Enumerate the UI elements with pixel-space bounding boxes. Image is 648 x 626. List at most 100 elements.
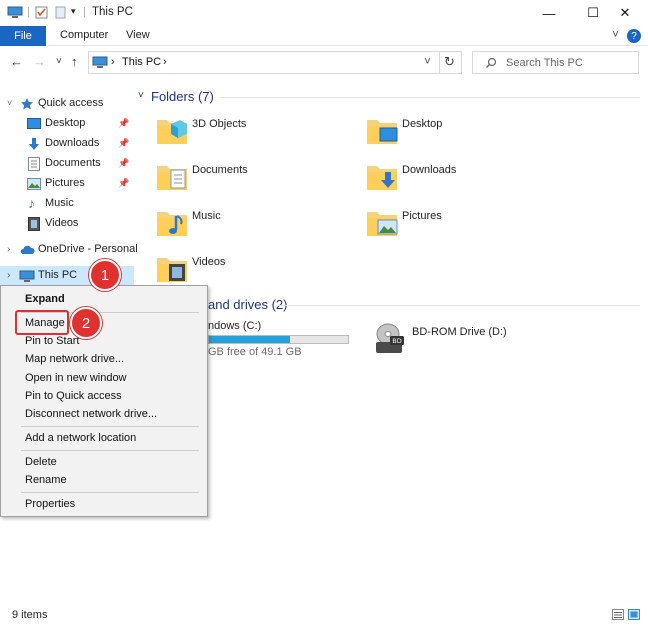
address-bar[interactable]: › This PC › ˅ ↻: [88, 51, 462, 74]
menu-item-rename[interactable]: Rename: [1, 472, 207, 490]
computer-icon: [92, 56, 108, 68]
menu-separator: [21, 492, 199, 493]
divider: |: [83, 6, 86, 18]
drives-heading[interactable]: and drives (2): [208, 297, 287, 312]
sidebar-item-onedrive[interactable]: › OneDrive - Personal: [0, 240, 138, 260]
sidebar-item-label: Quick access: [38, 97, 104, 109]
close-button[interactable]: ✕: [602, 0, 648, 26]
refresh-button[interactable]: ↻: [444, 54, 455, 70]
sidebar-item-label: Pictures: [45, 177, 85, 189]
menu-separator: [21, 426, 199, 427]
drive-usage-bar: [208, 335, 349, 344]
drive-c[interactable]: ndows (C:) GB free of 49.1 GB: [208, 318, 358, 362]
search-box[interactable]: Search This PC: [472, 51, 639, 74]
tab-computer[interactable]: Computer: [60, 29, 108, 41]
menu-item-properties[interactable]: Properties: [1, 496, 207, 514]
folder-label: Desktop: [402, 118, 443, 130]
sidebar-item-downloads[interactable]: Downloads 📌: [0, 134, 134, 154]
menu-item-delete[interactable]: Delete: [1, 454, 207, 472]
menu-item-open-in-new-window[interactable]: Open in new window: [1, 370, 207, 388]
breadcrumb-separator[interactable]: ›: [111, 56, 115, 68]
menu-item-disconnect-network-drive[interactable]: Disconnect network drive...: [1, 406, 207, 424]
menu-item-label: Map network drive...: [25, 353, 125, 365]
tab-view[interactable]: View: [126, 29, 150, 41]
forward-button[interactable]: →: [33, 54, 46, 69]
title-bar: | ▾ | This PC — ☐ ✕: [0, 0, 648, 26]
ribbon: File Computer View ˅ ?: [0, 26, 648, 46]
pin-icon: 📌: [118, 138, 130, 148]
folder-label: Documents: [192, 164, 248, 176]
folder-documents[interactable]: Documents: [156, 160, 356, 200]
bd-rom-drive-icon: BD: [376, 323, 404, 353]
menu-item-pin-to-quick-access[interactable]: Pin to Quick access: [1, 388, 207, 406]
collapse-chevron-icon[interactable]: ˅: [7, 98, 12, 108]
expand-chevron-icon[interactable]: ›: [7, 244, 10, 255]
computer-icon: [19, 270, 35, 282]
folder-label: Music: [192, 210, 221, 222]
menu-item-map-network-drive[interactable]: Map network drive...: [1, 351, 207, 369]
expand-chevron-icon[interactable]: ›: [7, 270, 10, 281]
group-divider: [220, 97, 640, 98]
sidebar-item-label: Documents: [45, 157, 101, 169]
minimize-button[interactable]: —: [526, 0, 572, 26]
menu-item-expand[interactable]: Expand: [1, 291, 207, 309]
up-button[interactable]: ↑: [71, 54, 78, 69]
file-tab[interactable]: File: [0, 26, 46, 46]
sidebar-item-quick-access[interactable]: ˅ Quick access: [0, 94, 134, 114]
menu-separator: [21, 450, 199, 451]
pin-icon: 📌: [118, 118, 130, 128]
sidebar-item-desktop[interactable]: Desktop 📌: [0, 114, 134, 134]
sidebar-item-music[interactable]: ♪ Music: [0, 194, 134, 214]
menu-item-label: Open in new window: [25, 372, 127, 384]
menu-item-add-network-location[interactable]: Add a network location: [1, 430, 207, 448]
folder-pictures[interactable]: Pictures: [366, 206, 566, 246]
3d-objects-folder-icon: [157, 120, 187, 144]
downloads-folder-icon: [367, 166, 397, 190]
step-2-badge: 2: [70, 307, 102, 339]
navigation-bar: ← → ˅ ↑ › This PC › ˅ ↻ Search This PC: [0, 46, 648, 78]
item-count: 9 items: [12, 609, 48, 621]
drive-d[interactable]: BD BD-ROM Drive (D:): [374, 322, 544, 362]
properties-icon[interactable]: [35, 6, 48, 19]
document-icon: [28, 157, 40, 171]
folder-desktop[interactable]: Desktop: [366, 114, 566, 154]
sidebar-item-label: Videos: [45, 217, 79, 229]
folder-music[interactable]: Music: [156, 206, 356, 246]
menu-item-label: Disconnect network drive...: [25, 408, 158, 420]
menu-item-label: Pin to Quick access: [25, 390, 122, 402]
new-folder-icon[interactable]: [55, 6, 66, 19]
large-icons-view-icon[interactable]: [628, 609, 640, 620]
search-input[interactable]: Search This PC: [506, 57, 583, 69]
divider: |: [27, 6, 30, 18]
menu-item-label: Properties: [25, 498, 76, 510]
help-icon[interactable]: ?: [627, 29, 641, 43]
folder-3d-objects[interactable]: 3D Objects: [156, 114, 356, 154]
pin-icon: 📌: [118, 178, 130, 188]
recent-locations-icon[interactable]: ˅: [56, 56, 62, 67]
breadcrumb-this-pc[interactable]: This PC: [122, 56, 161, 68]
computer-icon[interactable]: [7, 6, 23, 19]
expand-ribbon-icon[interactable]: ˅: [612, 27, 619, 41]
sidebar-item-documents[interactable]: Documents 📌: [0, 154, 134, 174]
folder-label: Downloads: [402, 164, 457, 176]
sidebar-item-videos[interactable]: Videos: [0, 214, 134, 234]
star-icon: [21, 98, 33, 110]
customize-qat-icon[interactable]: ▾: [71, 6, 76, 17]
address-dropdown-icon[interactable]: ˅: [424, 54, 431, 68]
back-button[interactable]: ←: [10, 54, 23, 69]
sidebar-item-pictures[interactable]: Pictures 📌: [0, 174, 134, 194]
bd-badge: BD: [392, 337, 401, 345]
drive-free-space: GB free of 49.1 GB: [208, 346, 302, 358]
sidebar-item-label: Music: [45, 197, 74, 209]
pin-icon: 📌: [118, 158, 130, 168]
group-collapse-icon[interactable]: ˅: [138, 90, 144, 101]
menu-item-pin-to-start[interactable]: Pin to Start: [1, 333, 207, 351]
step-1-badge: 1: [89, 259, 121, 291]
download-arrow-icon: [29, 138, 39, 150]
breadcrumb-separator[interactable]: ›: [163, 56, 167, 68]
sidebar-item-label: OneDrive - Personal: [38, 243, 138, 255]
folders-heading[interactable]: Folders (7): [151, 89, 214, 104]
drive-usage-fill: [209, 336, 290, 343]
details-view-icon[interactable]: [612, 609, 624, 620]
folder-downloads[interactable]: Downloads: [366, 160, 566, 200]
